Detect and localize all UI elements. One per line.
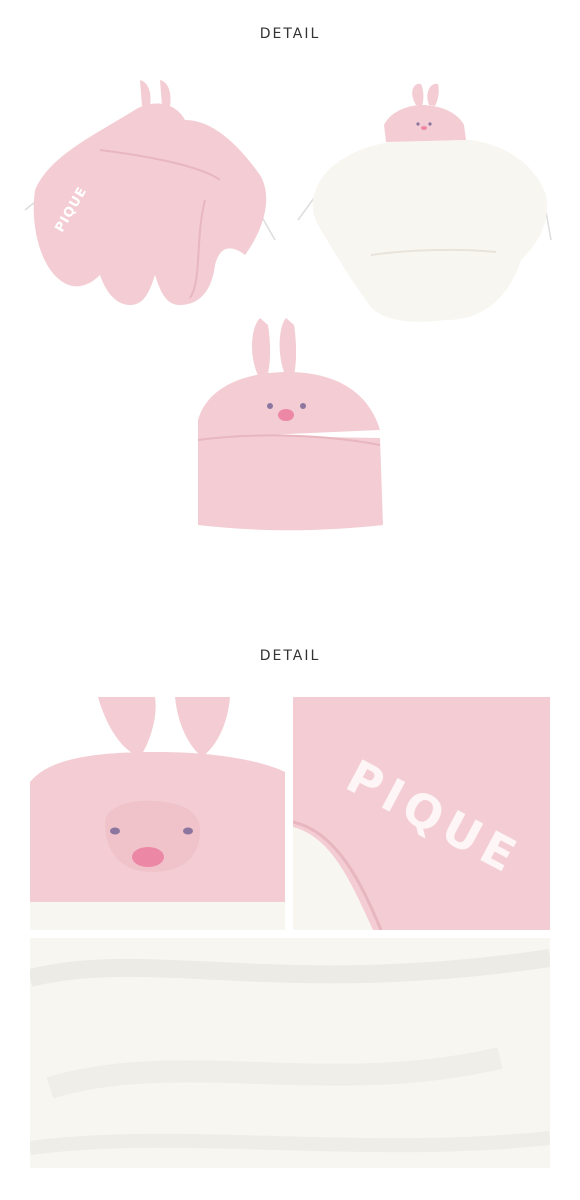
white-wrap-inside-image [296,80,558,330]
folded-hood-image [168,310,408,535]
section-heading-detail-2: DETAIL [259,648,321,664]
white-terry-closeup-image [30,938,550,1168]
logo-closeup-image: PIQUE [293,697,550,930]
pink-wrap-front-image: PIQUE [20,80,280,320]
bunny-face-closeup-image [30,697,285,930]
section-heading-detail-1: DETAIL [259,26,321,42]
